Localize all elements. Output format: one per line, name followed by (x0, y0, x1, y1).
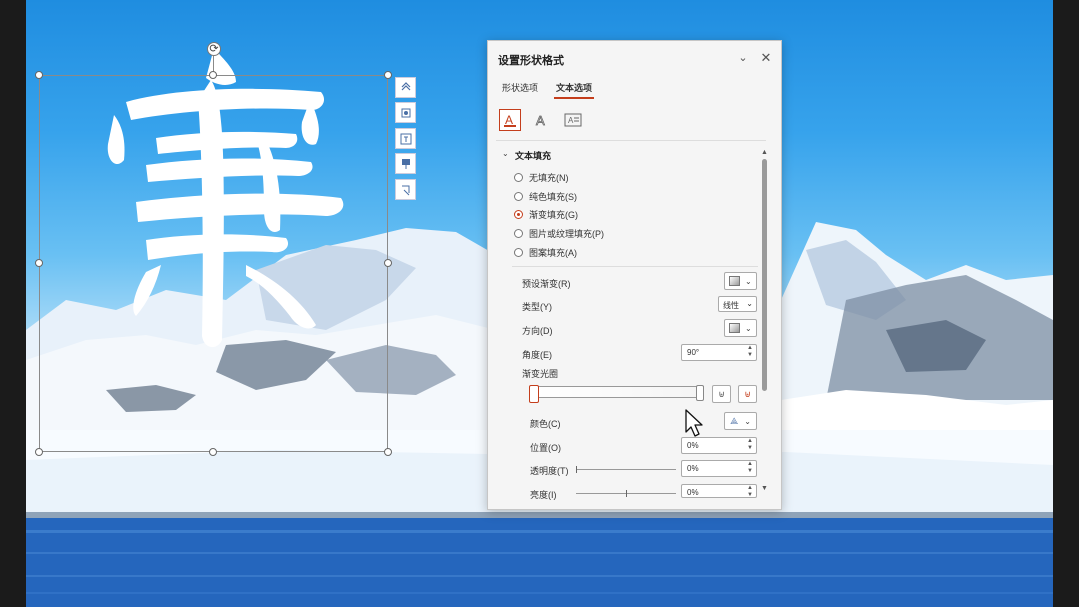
selection-box[interactable] (39, 75, 388, 452)
radio-label: 纯色填充(S) (529, 192, 577, 202)
direction-swatch-icon (729, 323, 741, 333)
radio-pattern-fill[interactable]: 图案填充(A) (514, 246, 577, 259)
resize-handle-bottom-right[interactable] (384, 448, 392, 456)
divider (512, 266, 758, 267)
angle-label: 角度(E) (522, 350, 552, 360)
tab-shape-options[interactable]: 形状选项 (502, 81, 538, 94)
radio-picture-fill[interactable]: 图片或纹理填充(P) (514, 227, 604, 240)
radio-solid-fill[interactable]: 纯色填充(S) (514, 190, 577, 203)
transparency-label: 透明度(T) (530, 466, 569, 476)
brightness-value: 0% (687, 488, 699, 497)
type-dropdown[interactable]: 线性 ⌄ (718, 296, 757, 312)
chevron-down-icon: ⌄ (744, 416, 751, 426)
chevron-down-icon[interactable]: ⌄ (736, 51, 750, 65)
rotate-handle-icon[interactable]: ⟳ (207, 42, 221, 56)
close-icon[interactable]: ✕ (759, 50, 773, 65)
chevron-down-icon: ⌄ (744, 276, 752, 286)
transparency-slider-thumb[interactable] (576, 466, 577, 473)
shape-styles-icon[interactable] (395, 102, 416, 123)
resize-handle-top[interactable] (209, 71, 217, 79)
textbox-icon[interactable]: A (562, 109, 584, 131)
chevron-down-icon: ⌄ (746, 299, 753, 308)
text-fill-outline-icon[interactable]: A (499, 109, 521, 131)
spinner-arrows-icon[interactable]: ▲ ▼ (747, 485, 753, 497)
spinner-arrows-icon[interactable]: ▲ ▼ (747, 345, 753, 359)
radio-button[interactable] (514, 248, 523, 257)
brightness-spinner[interactable]: 0% ▲ ▼ (681, 484, 757, 498)
divider (496, 140, 766, 141)
resize-handle-bottom[interactable] (209, 448, 217, 456)
chevron-down-icon: ⌄ (744, 323, 752, 333)
radio-button[interactable] (514, 173, 523, 182)
resize-handle-bottom-left[interactable] (35, 448, 43, 456)
remove-gradient-stop-button[interactable]: ⊎ (738, 385, 757, 403)
gradient-stops-bar[interactable] (534, 386, 704, 398)
section-text-fill[interactable]: 文本填充 (515, 149, 551, 162)
color-label: 颜色(C) (530, 419, 561, 429)
resize-handle-top-left[interactable] (35, 71, 43, 79)
angle-value: 90° (687, 348, 700, 357)
transparency-slider[interactable] (576, 469, 676, 470)
add-gradient-stop-button[interactable]: ⊎ (712, 385, 731, 403)
chevron-down-icon[interactable]: ⌄ (502, 149, 509, 158)
radio-no-fill[interactable]: 无填充(N) (514, 171, 569, 184)
svg-text:A: A (505, 113, 513, 127)
spinner-arrows-icon[interactable]: ▲ ▼ (747, 461, 753, 475)
gradient-stops-label: 渐变光圈 (522, 369, 559, 379)
radio-label: 渐变填充(G) (529, 210, 578, 220)
color-picker-dropdown[interactable]: ⟁ ⌄ (724, 412, 757, 430)
preset-gradient-dropdown[interactable]: ⌄ (724, 272, 757, 290)
radio-label: 图案填充(A) (529, 248, 577, 258)
radio-button-selected[interactable] (514, 210, 523, 219)
brightness-label: 亮度(I) (530, 490, 557, 500)
radio-button[interactable] (514, 192, 523, 201)
angle-spinner[interactable]: 90° ▲ ▼ (681, 344, 757, 361)
transparency-value: 0% (687, 464, 699, 473)
direction-label: 方向(D) (522, 326, 553, 336)
resize-handle-left[interactable] (35, 259, 43, 267)
radio-label: 无填充(N) (529, 173, 569, 183)
svg-text:A: A (568, 116, 574, 125)
radio-label: 图片或纹理填充(P) (529, 229, 604, 239)
position-value: 0% (687, 441, 699, 450)
transparency-spinner[interactable]: 0% ▲ ▼ (681, 460, 757, 477)
powerpoint-canvas: ⟳ 设置形状格式 ⌄ ✕ 形状选项 文本选项 A A A ⌄ 文本填充 无填充(… (0, 0, 1079, 607)
gradient-swatch-icon (729, 276, 741, 286)
active-tab-indicator (554, 97, 594, 99)
spinner-arrows-icon[interactable]: ▲ ▼ (747, 438, 753, 452)
layout-options-icon[interactable] (395, 77, 416, 98)
paint-bucket-icon: ⟁ (730, 415, 739, 426)
gradient-stop-selected[interactable] (529, 385, 539, 403)
brightness-slider-thumb[interactable] (626, 490, 627, 497)
type-value: 线性 (723, 301, 739, 310)
svg-text:A: A (536, 113, 545, 128)
pane-title: 设置形状格式 (498, 55, 564, 67)
scrollbar-thumb[interactable] (762, 159, 767, 391)
preset-gradient-label: 预设渐变(R) (522, 279, 571, 289)
scroll-up-icon[interactable]: ▲ (761, 149, 768, 156)
position-spinner[interactable]: 0% ▲ ▼ (681, 437, 757, 454)
resize-handle-top-right[interactable] (384, 71, 392, 79)
type-label: 类型(Y) (522, 302, 552, 312)
crop-icon[interactable] (395, 179, 416, 200)
mouse-pointer-icon (685, 409, 703, 437)
resize-handle-right[interactable] (384, 259, 392, 267)
scroll-down-icon[interactable]: ▼ (761, 485, 768, 492)
radio-gradient-fill[interactable]: 渐变填充(G) (514, 208, 578, 221)
gradient-stop[interactable] (696, 385, 704, 401)
fill-color-icon[interactable] (395, 153, 416, 174)
pane-scrollbar[interactable]: ▲ ▼ (761, 149, 769, 503)
radio-button[interactable] (514, 229, 523, 238)
position-label: 位置(O) (530, 443, 561, 453)
direction-dropdown[interactable]: ⌄ (724, 319, 757, 337)
tab-text-options[interactable]: 文本选项 (556, 81, 592, 94)
text-box-icon[interactable] (395, 128, 416, 149)
text-effects-icon[interactable]: A (530, 109, 552, 131)
format-shape-pane: 设置形状格式 ⌄ ✕ 形状选项 文本选项 A A A ⌄ 文本填充 无填充(N)… (487, 40, 782, 510)
